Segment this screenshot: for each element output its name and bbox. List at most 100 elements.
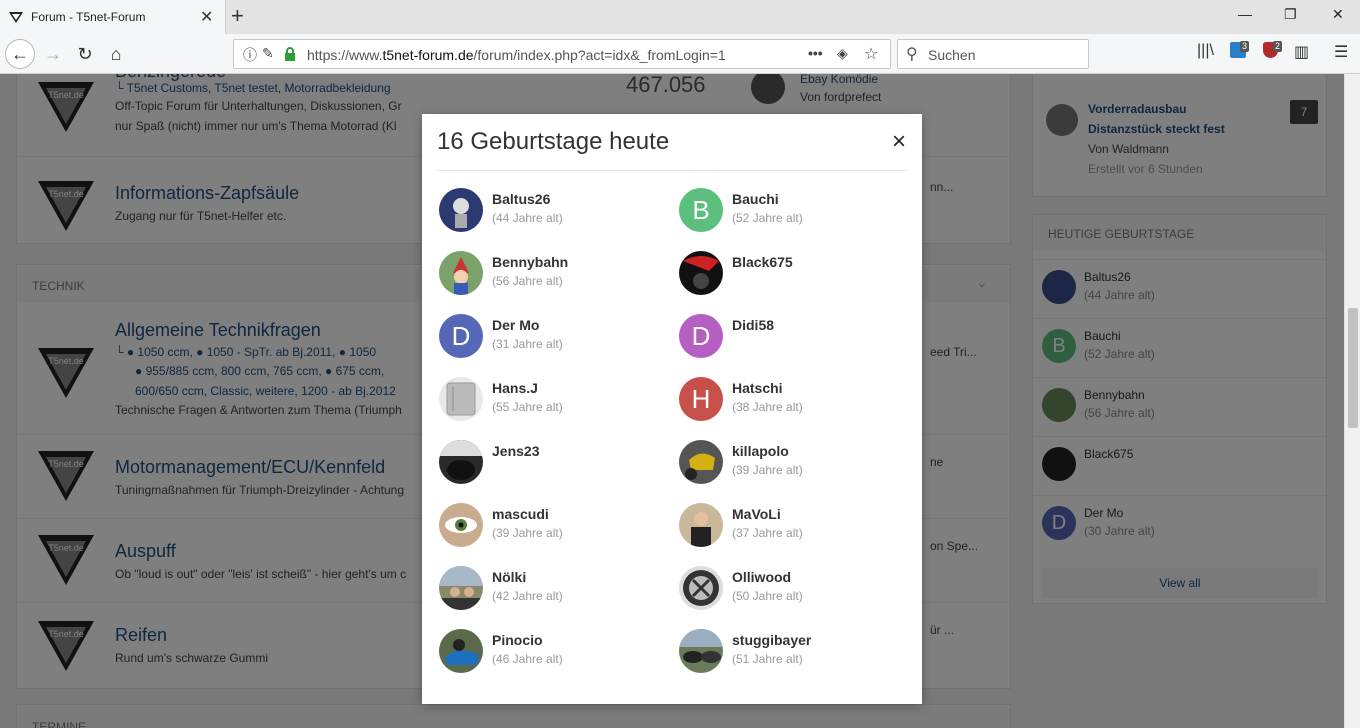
eye-icon <box>445 517 477 533</box>
person-name[interactable]: Der Mo <box>492 317 539 333</box>
browser-tab[interactable]: Forum - T5net-Forum ✕ <box>0 0 226 34</box>
avatar: D <box>679 314 723 358</box>
bookmark-star-icon[interactable]: ☆ <box>864 44 878 64</box>
avatar <box>679 566 723 610</box>
person-name[interactable]: Didi58 <box>732 317 774 333</box>
yellow-bike-icon <box>685 453 715 480</box>
tab-bar: Forum - T5net-Forum ✕ + — ❐ ✕ <box>0 0 1360 34</box>
sidebar-toggle-icon[interactable]: ▥ <box>1294 42 1309 62</box>
birthdays-modal: 16 Geburtstage heute × Baltus26 (44 Jahr… <box>422 114 922 704</box>
birthday-person[interactable]: Bennybahn (56 Jahre alt) <box>437 249 667 295</box>
birthday-person[interactable]: H Hatschi (38 Jahre alt) <box>677 375 907 421</box>
avatar <box>439 188 483 232</box>
person-name[interactable]: Nölki <box>492 569 526 585</box>
t5net-favicon-icon <box>9 12 23 23</box>
reload-icon[interactable]: ↻ <box>72 41 98 67</box>
window-close-icon[interactable]: ✕ <box>1332 6 1344 23</box>
birthday-person[interactable]: Hans.J (55 Jahre alt) <box>437 375 667 421</box>
person-age: (38 Jahre alt) <box>732 400 803 414</box>
birthday-person[interactable]: D Didi58 <box>677 312 907 358</box>
nav-bar: ← → ↻ ⌂ ⓘ ✎ https://www.t5net-forum.de/f… <box>0 34 1360 74</box>
url-text: https://www.t5net-forum.de/forum/index.p… <box>307 47 726 63</box>
person-name[interactable]: mascudi <box>492 506 549 522</box>
avatar <box>439 566 483 610</box>
birthday-person[interactable]: D Der Mo (31 Jahre alt) <box>437 312 667 358</box>
birthday-person[interactable]: B Bauchi (52 Jahre alt) <box>677 186 907 232</box>
avatar <box>439 629 483 673</box>
pocket-icon[interactable]: ◈ <box>837 45 848 62</box>
avatar <box>439 440 483 484</box>
person-name[interactable]: Hans.J <box>492 380 538 396</box>
person-name[interactable]: Black675 <box>732 254 793 270</box>
birthday-person[interactable]: Pinocio (46 Jahre alt) <box>437 627 667 673</box>
birthday-person[interactable]: Black675 <box>677 249 907 295</box>
person-name[interactable]: Bauchi <box>732 191 779 207</box>
bikes-photo-icon <box>679 629 723 663</box>
birthday-person[interactable]: mascudi (39 Jahre alt) <box>437 501 667 547</box>
gnome-icon <box>453 257 469 295</box>
person-name[interactable]: Hatschi <box>732 380 783 396</box>
skull-icon <box>453 198 469 228</box>
computer-case-icon <box>446 382 476 416</box>
person-age: (46 Jahre alt) <box>492 652 563 666</box>
avatar <box>439 377 483 421</box>
person-name[interactable]: stuggibayer <box>732 632 811 648</box>
birthday-person[interactable]: MaVoLi (37 Jahre alt) <box>677 501 907 547</box>
url-bar[interactable]: ⓘ ✎ https://www.t5net-forum.de/forum/ind… <box>233 39 891 69</box>
person-name[interactable]: Bennybahn <box>492 254 568 270</box>
extension-badge-1: 3 <box>1240 41 1250 52</box>
birthday-person[interactable]: stuggibayer (51 Jahre alt) <box>677 627 907 673</box>
person-age: (55 Jahre alt) <box>492 400 563 414</box>
group-photo-icon <box>439 566 483 610</box>
home-icon[interactable]: ⌂ <box>103 41 129 67</box>
person-age: (31 Jahre alt) <box>492 337 563 351</box>
person-name[interactable]: MaVoLi <box>732 506 781 522</box>
new-tab-icon[interactable]: + <box>231 3 244 29</box>
avatar <box>679 251 723 295</box>
avatar: H <box>679 377 723 421</box>
emblem-icon <box>683 570 719 606</box>
search-placeholder: Suchen <box>928 47 976 63</box>
avatar <box>679 503 723 547</box>
person-name[interactable]: Pinocio <box>492 632 543 648</box>
library-icon[interactable]: |||\ <box>1197 42 1214 60</box>
birthday-person[interactable]: Baltus26 (44 Jahre alt) <box>437 186 667 232</box>
restore-icon[interactable]: ❐ <box>1284 6 1297 23</box>
man-photo-icon <box>691 512 711 547</box>
birthday-person[interactable]: Olliwood (50 Jahre alt) <box>677 564 907 610</box>
avatar <box>679 440 723 484</box>
avatar <box>439 251 483 295</box>
page-scrollbar[interactable] <box>1344 74 1360 728</box>
birthday-person[interactable]: killapolo (39 Jahre alt) <box>677 438 907 484</box>
person-age: (37 Jahre alt) <box>732 526 803 540</box>
permissions-icon[interactable]: ✎ <box>262 45 274 62</box>
close-icon[interactable]: × <box>884 127 914 157</box>
motorbike-photo-icon <box>683 256 719 289</box>
forward-icon[interactable]: → <box>40 41 66 67</box>
person-name[interactable]: Baltus26 <box>492 191 550 207</box>
blue-bike-icon <box>445 639 479 665</box>
person-name[interactable]: Jens23 <box>492 443 539 459</box>
scrollbar-thumb[interactable] <box>1348 308 1358 428</box>
info-icon[interactable]: ⓘ <box>243 45 257 65</box>
minimize-icon[interactable]: — <box>1238 6 1252 22</box>
lock-icon <box>285 47 295 61</box>
tab-close-icon[interactable]: ✕ <box>200 7 213 27</box>
person-age: (50 Jahre alt) <box>732 589 803 603</box>
person-age: (42 Jahre alt) <box>492 589 563 603</box>
birthday-person[interactable]: Nölki (42 Jahre alt) <box>437 564 667 610</box>
page-actions-icon[interactable]: ••• <box>808 45 823 61</box>
avatar <box>439 503 483 547</box>
person-age: (39 Jahre alt) <box>492 526 563 540</box>
search-input[interactable]: ⚲ Suchen <box>897 39 1089 69</box>
person-age: (39 Jahre alt) <box>732 463 803 477</box>
person-age: (51 Jahre alt) <box>732 652 803 666</box>
back-icon[interactable]: ← <box>5 39 35 69</box>
person-name[interactable]: Olliwood <box>732 569 791 585</box>
menu-icon[interactable]: ☰ <box>1334 42 1348 62</box>
tab-title: Forum - T5net-Forum <box>31 10 146 24</box>
person-name[interactable]: killapolo <box>732 443 789 459</box>
birthday-person[interactable]: Jens23 <box>437 438 667 484</box>
person-age: (44 Jahre alt) <box>492 211 563 225</box>
person-age: (52 Jahre alt) <box>732 211 803 225</box>
